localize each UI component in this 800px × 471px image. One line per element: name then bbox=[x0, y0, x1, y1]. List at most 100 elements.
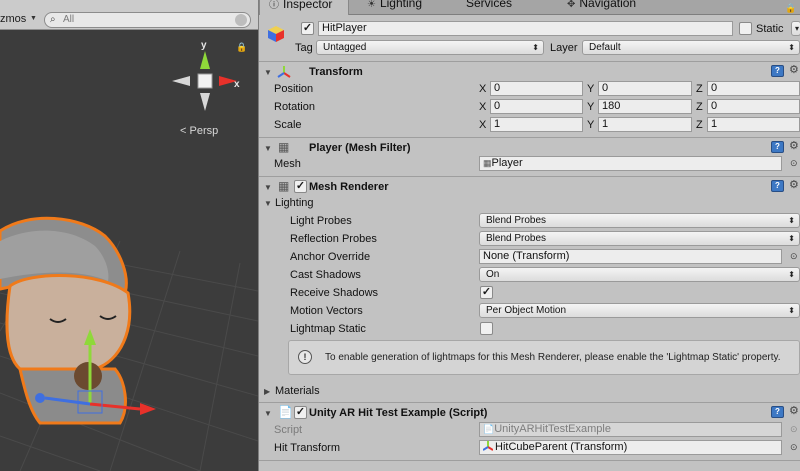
active-checkbox[interactable]: ✓ bbox=[301, 22, 314, 35]
inspector-lock-icon[interactable]: 🔒 bbox=[785, 3, 796, 14]
static-dropdown[interactable]: ▾ bbox=[791, 21, 800, 36]
character-model bbox=[0, 216, 156, 425]
gizmos-dropdown-icon[interactable]: ▼ bbox=[30, 15, 37, 22]
scale-x-field[interactable]: 1 bbox=[490, 117, 583, 132]
motion-vectors-value: Per Object Motion bbox=[486, 305, 567, 316]
rotation-y-field[interactable]: 180 bbox=[598, 99, 692, 114]
scene-view[interactable]: zmos ▼ ⌕ All y x 🔒 < Persp bbox=[0, 0, 258, 471]
rotation-x-field[interactable]: 0 bbox=[490, 99, 583, 114]
cast-shadows-value: On bbox=[486, 269, 500, 280]
motion-vectors-label: Motion Vectors bbox=[290, 305, 363, 317]
help-icon[interactable]: ? bbox=[771, 141, 784, 153]
mesh-value: Player bbox=[491, 157, 523, 169]
gear-icon[interactable]: ⚙ bbox=[789, 404, 799, 417]
info-icon: ! bbox=[298, 350, 312, 364]
position-z-field[interactable]: 0 bbox=[707, 81, 800, 96]
cast-shadows-dropdown[interactable]: On ⬍ bbox=[479, 267, 800, 282]
mesh-renderer-foldout-icon[interactable]: ▼ bbox=[264, 183, 272, 192]
gear-icon[interactable]: ⚙ bbox=[789, 178, 799, 191]
motion-vectors-dropdown[interactable]: Per Object Motion ⬍ bbox=[479, 303, 800, 318]
mesh-renderer-title[interactable]: Mesh Renderer bbox=[309, 181, 388, 193]
transform-foldout-icon[interactable]: ▼ bbox=[264, 68, 272, 77]
reflection-probes-label: Reflection Probes bbox=[290, 233, 377, 245]
scene-search-field[interactable]: ⌕ All bbox=[44, 12, 251, 28]
tab-lighting[interactable]: ☀ Lighting bbox=[367, 0, 447, 15]
script-enabled-checkbox[interactable]: ✓ bbox=[294, 406, 307, 419]
z-label[interactable]: Z bbox=[696, 119, 703, 131]
gear-icon[interactable]: ⚙ bbox=[789, 63, 799, 76]
object-name-field[interactable]: HitPlayer bbox=[318, 21, 733, 36]
y-label[interactable]: Y bbox=[587, 101, 594, 113]
mesh-filter-title[interactable]: Player (Mesh Filter) bbox=[309, 142, 410, 154]
transform-title[interactable]: Transform bbox=[309, 66, 363, 78]
receive-shadows-checkbox[interactable]: ✓ bbox=[480, 286, 493, 299]
object-picker-icon[interactable]: ⊙ bbox=[790, 442, 798, 453]
gameobject-cube-icon bbox=[268, 26, 284, 42]
help-icon[interactable]: ? bbox=[771, 406, 784, 418]
x-label[interactable]: X bbox=[479, 83, 486, 95]
position-label: Position bbox=[274, 83, 314, 95]
layer-label: Layer bbox=[550, 42, 578, 54]
layer-value: Default bbox=[589, 42, 621, 53]
hit-transform-field[interactable]: HitCubeParent (Transform) bbox=[479, 440, 782, 455]
x-label[interactable]: X bbox=[479, 101, 486, 113]
reflection-probes-value: Blend Probes bbox=[486, 233, 547, 244]
search-clear-icon[interactable] bbox=[235, 14, 247, 26]
lightmap-static-checkbox[interactable] bbox=[480, 322, 493, 335]
separator bbox=[259, 137, 800, 138]
chevron-down-icon: ⬍ bbox=[532, 43, 539, 52]
tab-inspector[interactable]: ⓘ Inspector bbox=[259, 0, 349, 15]
light-probes-dropdown[interactable]: Blend Probes ⬍ bbox=[479, 213, 800, 228]
tab-label: Lighting bbox=[379, 0, 423, 10]
object-picker-icon: ⊙ bbox=[790, 424, 798, 434]
y-label[interactable]: Y bbox=[587, 83, 594, 95]
materials-foldout-icon[interactable]: ▶ bbox=[264, 387, 270, 396]
help-icon[interactable]: ? bbox=[771, 180, 784, 192]
info-icon: ⓘ bbox=[269, 0, 279, 11]
x-label[interactable]: X bbox=[479, 119, 486, 131]
scene-canvas[interactable] bbox=[0, 31, 258, 471]
gizmos-menu[interactable]: zmos bbox=[0, 13, 26, 25]
lighting-foldout-icon[interactable]: ▼ bbox=[264, 199, 272, 208]
object-picker-icon[interactable]: ⊙ bbox=[790, 158, 798, 169]
orientation-gizmo bbox=[172, 51, 237, 111]
mesh-field[interactable]: ▦Player bbox=[479, 156, 782, 171]
mesh-label: Mesh bbox=[274, 158, 301, 170]
script-title[interactable]: Unity AR Hit Test Example (Script) bbox=[309, 407, 487, 419]
position-x-field[interactable]: 0 bbox=[490, 81, 583, 96]
scale-z-field[interactable]: 1 bbox=[707, 117, 800, 132]
tab-navigation[interactable]: ✥ Navigation bbox=[567, 0, 677, 15]
mesh-filter-foldout-icon[interactable]: ▼ bbox=[264, 144, 272, 153]
y-label[interactable]: Y bbox=[587, 119, 594, 131]
gear-icon[interactable]: ⚙ bbox=[789, 139, 799, 152]
position-y-field[interactable]: 0 bbox=[598, 81, 692, 96]
object-picker-icon[interactable]: ⊙ bbox=[790, 251, 798, 262]
lighting-label[interactable]: Lighting bbox=[275, 197, 314, 209]
materials-label[interactable]: Materials bbox=[275, 385, 320, 397]
reflection-probes-dropdown[interactable]: Blend Probes ⬍ bbox=[479, 231, 800, 246]
lock-icon[interactable]: 🔒 bbox=[236, 42, 247, 53]
scene-toolbar: zmos ▼ ⌕ All bbox=[0, 0, 258, 30]
rotation-z-field[interactable]: 0 bbox=[707, 99, 800, 114]
layer-dropdown[interactable]: Default ⬍ bbox=[582, 40, 800, 55]
z-label[interactable]: Z bbox=[696, 101, 703, 113]
lightmap-help-text: To enable generation of lightmaps for th… bbox=[325, 352, 781, 363]
mesh-renderer-enabled-checkbox[interactable]: ✓ bbox=[294, 180, 307, 193]
tab-services[interactable]: Services bbox=[466, 0, 546, 15]
anchor-override-field[interactable]: None (Transform) bbox=[479, 249, 782, 264]
z-label[interactable]: Z bbox=[696, 83, 703, 95]
persp-toggle[interactable]: < Persp bbox=[180, 125, 218, 137]
unity-editor: zmos ▼ ⌕ All y x 🔒 < Persp ⓘ Inspector ☀… bbox=[0, 0, 800, 471]
static-checkbox[interactable] bbox=[739, 22, 752, 35]
tab-bar: ⓘ Inspector ☀ Lighting Services ✥ Navigatio… bbox=[259, 0, 800, 15]
lightmap-help-box: ! To enable generation of lightmaps for … bbox=[288, 340, 800, 375]
tab-label: Navigation bbox=[579, 0, 637, 10]
scale-y-field[interactable]: 1 bbox=[598, 117, 692, 132]
lightmap-static-label: Lightmap Static bbox=[290, 323, 366, 335]
script-foldout-icon[interactable]: ▼ bbox=[264, 409, 272, 418]
script-file-icon: 📄 bbox=[483, 424, 495, 434]
rotation-label: Rotation bbox=[274, 101, 315, 113]
tag-dropdown[interactable]: Untagged ⬍ bbox=[316, 40, 544, 55]
chevron-down-icon: ⬍ bbox=[788, 234, 795, 243]
help-icon[interactable]: ? bbox=[771, 65, 784, 77]
